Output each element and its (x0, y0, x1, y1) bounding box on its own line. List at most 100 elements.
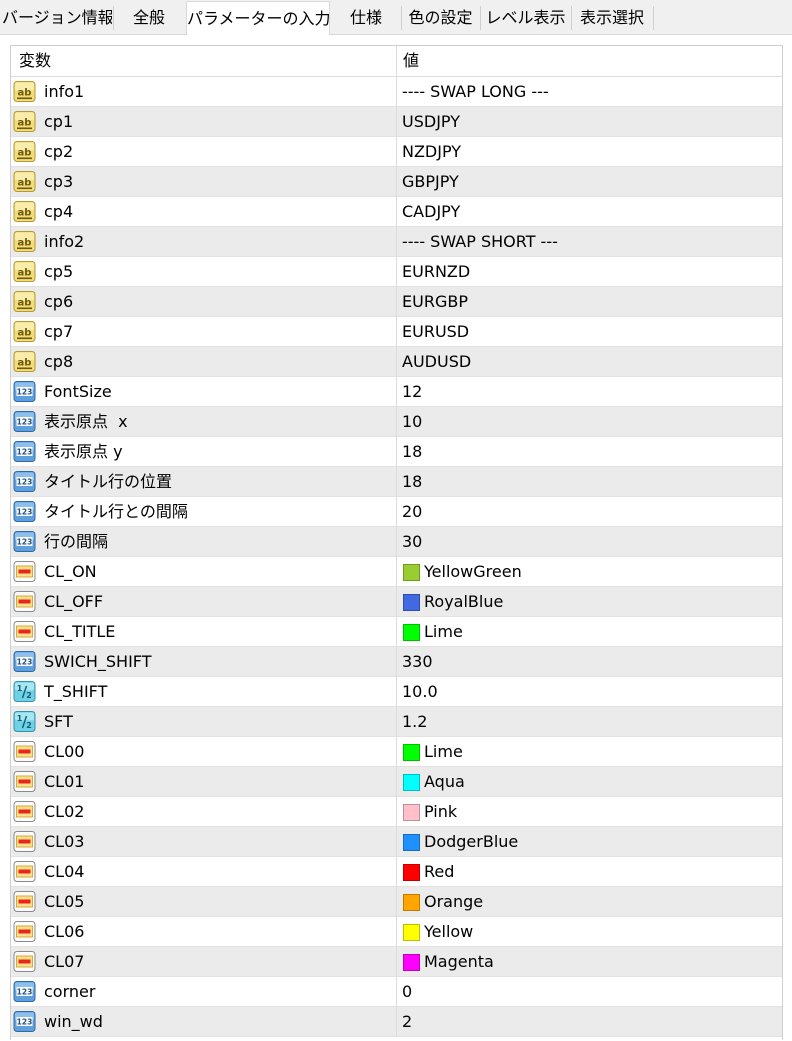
parameter-row[interactable]: ab info1 ---- SWAP LONG --- (11, 77, 782, 107)
parameter-value[interactable]: Pink (424, 797, 457, 827)
parameter-row[interactable]: ab cp4 CADJPY (11, 197, 782, 227)
parameter-value[interactable]: NZDJPY (402, 137, 461, 167)
tab-level-display[interactable]: レベル表示 (481, 4, 570, 32)
parameter-value[interactable]: DodgerBlue (424, 827, 518, 857)
svg-text:2: 2 (26, 691, 32, 700)
parameter-row[interactable]: ab cp2 NZDJPY (11, 137, 782, 167)
tab-specification[interactable]: 仕様 (331, 4, 401, 32)
parameter-value[interactable]: 2 (402, 1007, 412, 1037)
column-divider (396, 497, 397, 527)
tab-version-info[interactable]: バージョン情報 (2, 4, 112, 32)
parameter-row[interactable]: 1 2 T_SHIFT 10.0 (11, 677, 782, 707)
parameter-row[interactable]: 123 corner 0 (11, 977, 782, 1007)
parameter-row[interactable]: CL_ON YellowGreen (11, 557, 782, 587)
parameter-value[interactable]: YellowGreen (424, 557, 522, 587)
parameter-row[interactable]: ab cp7 EURUSD (11, 317, 782, 347)
parameter-name: cp5 (44, 262, 74, 281)
svg-text:ab: ab (18, 268, 32, 279)
parameter-row[interactable]: CL05 Orange (11, 887, 782, 917)
color-swatch (403, 954, 420, 971)
parameter-row[interactable]: ab cp3 GBPJPY (11, 167, 782, 197)
parameter-value[interactable]: ---- SWAP SHORT --- (402, 227, 558, 257)
column-divider (396, 617, 397, 647)
tab-color-settings[interactable]: 色の設定 (402, 4, 479, 32)
parameter-value[interactable]: Magenta (424, 947, 494, 977)
svg-text:123: 123 (17, 658, 33, 667)
integer-type-icon: 123 (13, 470, 36, 493)
parameter-row[interactable]: CL00 Lime (11, 737, 782, 767)
parameter-value[interactable]: Orange (424, 887, 483, 917)
parameter-value[interactable]: USDJPY (402, 107, 460, 137)
grid-header: 変数 値 (11, 46, 782, 77)
parameter-value[interactable]: 10 (402, 407, 422, 437)
parameter-row[interactable]: ab cp1 USDJPY (11, 107, 782, 137)
parameter-value[interactable]: Yellow (424, 917, 473, 947)
parameter-row[interactable]: CL07 Magenta (11, 947, 782, 977)
tab-general[interactable]: 全般 (114, 4, 184, 32)
parameter-value[interactable]: 0 (402, 977, 412, 1007)
parameter-value[interactable]: 330 (402, 647, 433, 677)
parameter-row[interactable]: 123 タイトル行との間隔 20 (11, 497, 782, 527)
column-divider (396, 527, 397, 557)
column-divider (396, 437, 397, 467)
parameter-name: SFT (44, 712, 73, 731)
parameter-value[interactable]: Red (424, 857, 454, 887)
column-header-value[interactable]: 値 (403, 46, 419, 76)
parameter-value[interactable]: 1.2 (402, 707, 427, 737)
color-type-icon (13, 590, 36, 613)
tab-separator (653, 6, 654, 30)
parameter-row[interactable]: ab cp8 AUDUSD (11, 347, 782, 377)
parameter-value[interactable]: EURNZD (402, 257, 470, 287)
parameter-value[interactable]: 10.0 (402, 677, 438, 707)
parameter-row[interactable]: ab info2 ---- SWAP SHORT --- (11, 227, 782, 257)
parameter-value[interactable]: EURUSD (402, 317, 469, 347)
column-divider (396, 557, 397, 587)
parameter-row[interactable]: 123 SWICH_SHIFT 330 (11, 647, 782, 677)
column-divider[interactable] (396, 46, 397, 76)
tab-display-selection[interactable]: 表示選択 (572, 4, 652, 32)
parameter-value[interactable]: ---- SWAP LONG --- (402, 77, 549, 107)
parameter-row[interactable]: 123 win_wd 2 (11, 1007, 782, 1037)
parameter-row[interactable]: 123 表示原点 y 18 (11, 437, 782, 467)
parameter-row[interactable]: CL01 Aqua (11, 767, 782, 797)
parameter-row[interactable]: 123 タイトル行の位置 18 (11, 467, 782, 497)
parameter-row[interactable]: CL04 Red (11, 857, 782, 887)
parameter-value[interactable]: 18 (402, 437, 422, 467)
parameter-row[interactable]: CL02 Pink (11, 797, 782, 827)
parameter-value[interactable]: Lime (424, 737, 463, 767)
parameter-row[interactable]: ab cp6 EURGBP (11, 287, 782, 317)
parameter-value[interactable]: CADJPY (402, 197, 460, 227)
parameter-row[interactable]: 123 FontSize 12 (11, 377, 782, 407)
column-header-variable[interactable]: 変数 (19, 46, 51, 76)
parameter-row[interactable]: CL06 Yellow (11, 917, 782, 947)
parameter-row[interactable]: 123 行の間隔 30 (11, 527, 782, 557)
tab-parameters[interactable]: パラメーターの入力 (186, 1, 330, 35)
parameter-value[interactable]: 12 (402, 377, 422, 407)
color-type-icon (13, 890, 36, 913)
parameter-value[interactable]: RoyalBlue (424, 587, 503, 617)
parameter-value[interactable]: AUDUSD (402, 347, 471, 377)
parameter-row[interactable]: ab cp5 EURNZD (11, 257, 782, 287)
svg-text:ab: ab (18, 118, 32, 129)
column-divider (396, 797, 397, 827)
integer-type-icon: 123 (13, 1010, 36, 1033)
svg-text:1: 1 (17, 684, 23, 693)
string-type-icon: ab (13, 350, 36, 373)
column-divider (396, 1007, 397, 1037)
color-swatch (403, 744, 420, 761)
parameter-value[interactable]: 18 (402, 467, 422, 497)
parameter-row[interactable]: CL03 DodgerBlue (11, 827, 782, 857)
parameter-row[interactable]: CL_OFF RoyalBlue (11, 587, 782, 617)
parameter-row[interactable]: 123 表示原点 x 10 (11, 407, 782, 437)
parameter-row[interactable]: CL_TITLE Lime (11, 617, 782, 647)
parameter-row[interactable]: 1 2 SFT 1.2 (11, 707, 782, 737)
integer-type-icon: 123 (13, 650, 36, 673)
parameter-name: 表示原点 y (44, 442, 123, 461)
parameter-value[interactable]: Lime (424, 617, 463, 647)
parameter-value[interactable]: EURGBP (402, 287, 468, 317)
color-type-icon (13, 740, 36, 763)
parameter-value[interactable]: Aqua (424, 767, 465, 797)
parameter-value[interactable]: 30 (402, 527, 422, 557)
parameter-value[interactable]: GBPJPY (402, 167, 459, 197)
parameter-value[interactable]: 20 (402, 497, 422, 527)
